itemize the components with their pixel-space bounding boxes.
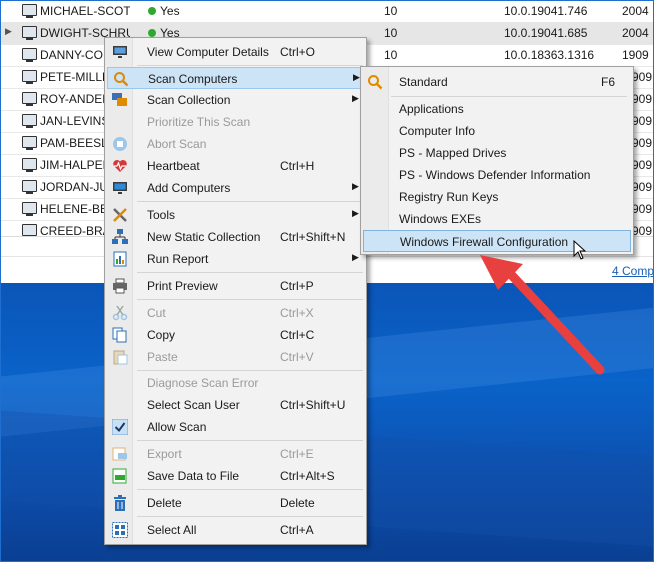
computer-name: MICHAEL-SCOTT bbox=[40, 4, 130, 18]
submenu-item-computer-info[interactable]: Computer Info bbox=[363, 120, 631, 142]
release-id: 909 bbox=[632, 70, 653, 84]
add-computer-icon bbox=[113, 182, 127, 194]
context-menu: View Computer Details Ctrl+O Scan Compute… bbox=[104, 37, 367, 545]
submenu-item-applications[interactable]: Applications bbox=[363, 98, 631, 120]
computer-icon bbox=[22, 136, 37, 150]
printer-icon bbox=[113, 278, 127, 294]
menu-item-scan-collection[interactable]: Scan Collection ▶ bbox=[107, 89, 364, 111]
release-id: 909 bbox=[632, 180, 653, 194]
scan-computers-submenu: Standard F6 Applications Computer Info PS… bbox=[360, 66, 634, 255]
submenu-arrow-icon: ▶ bbox=[352, 208, 359, 218]
release-id: 909 bbox=[632, 158, 653, 172]
os-version: 10 bbox=[384, 4, 398, 18]
menu-item-select-scan-user[interactable]: Select Scan User Ctrl+Shift+U bbox=[107, 394, 364, 416]
menu-item-delete[interactable]: Delete Delete bbox=[107, 492, 364, 514]
menu-item-print-preview[interactable]: Print Preview Ctrl+P bbox=[107, 275, 364, 297]
computer-icon bbox=[22, 70, 37, 84]
online-dot-icon bbox=[148, 29, 156, 37]
heart-icon bbox=[113, 160, 127, 172]
menu-item-select-all[interactable]: Select All Ctrl+A bbox=[107, 519, 364, 541]
computer-icon bbox=[22, 4, 37, 18]
submenu-arrow-icon: ▶ bbox=[353, 72, 360, 82]
scan-collection-icon bbox=[112, 93, 127, 106]
menu-item-allow-scan[interactable]: Allow Scan bbox=[107, 416, 364, 438]
computer-count-link[interactable]: 4 Comp bbox=[612, 264, 654, 278]
online-status: Yes bbox=[148, 4, 180, 18]
menu-item-run-report[interactable]: Run Report ▶ bbox=[107, 248, 364, 270]
menu-item-copy[interactable]: Copy Ctrl+C bbox=[107, 324, 364, 346]
release-id: 909 bbox=[632, 114, 653, 128]
os-version: 10 bbox=[384, 26, 398, 40]
computer-icon bbox=[22, 202, 37, 216]
search-icon bbox=[368, 75, 383, 90]
computer-icon bbox=[22, 114, 37, 128]
paste-icon bbox=[113, 350, 128, 365]
submenu-item-mapped-drives[interactable]: PS - Mapped Drives bbox=[363, 142, 631, 164]
submenu-arrow-icon: ▶ bbox=[352, 181, 359, 191]
online-dot-icon bbox=[148, 7, 156, 15]
menu-item-diagnose-scan-error[interactable]: Diagnose Scan Error bbox=[107, 372, 364, 394]
menu-item-export[interactable]: Export Ctrl+E bbox=[107, 443, 364, 465]
menu-item-save-data-to-file[interactable]: Save Data to File Ctrl+Alt+S bbox=[107, 465, 364, 487]
build-number: 10.0.19041.746 bbox=[504, 4, 588, 18]
monitor-icon bbox=[113, 46, 127, 58]
checkmark-icon bbox=[112, 419, 128, 435]
computer-icon bbox=[22, 48, 37, 62]
submenu-item-windows-exes[interactable]: Windows EXEs bbox=[363, 208, 631, 230]
export-icon bbox=[112, 447, 127, 461]
release-id: 909 bbox=[632, 202, 653, 216]
os-version: 10 bbox=[384, 48, 398, 62]
menu-item-abort-scan[interactable]: Abort Scan bbox=[107, 133, 364, 155]
build-number: 10.0.18363.1316 bbox=[504, 48, 595, 62]
release-id: 909 bbox=[632, 224, 653, 237]
computer-icon bbox=[22, 224, 37, 236]
build-number: 10.0.19041.685 bbox=[504, 26, 588, 40]
tools-icon bbox=[113, 208, 127, 222]
scissors-icon bbox=[112, 305, 128, 321]
release-id: 909 bbox=[632, 92, 653, 106]
menu-item-cut[interactable]: Cut Ctrl+X bbox=[107, 302, 364, 324]
select-all-icon bbox=[112, 522, 128, 538]
release-id: 2004 bbox=[622, 26, 649, 40]
menu-item-tools[interactable]: Tools ▶ bbox=[107, 204, 364, 226]
submenu-item-registry-run-keys[interactable]: Registry Run Keys bbox=[363, 186, 631, 208]
submenu-item-standard[interactable]: Standard F6 bbox=[363, 71, 631, 93]
submenu-arrow-icon: ▶ bbox=[352, 93, 359, 103]
network-icon bbox=[112, 229, 128, 244]
trash-icon bbox=[114, 495, 126, 511]
submenu-item-windows-firewall-configuration[interactable]: Windows Firewall Configuration bbox=[363, 230, 631, 252]
submenu-item-defender-information[interactable]: PS - Windows Defender Information bbox=[363, 164, 631, 186]
menu-item-heartbeat[interactable]: Heartbeat Ctrl+H bbox=[107, 155, 364, 177]
search-icon bbox=[114, 72, 129, 87]
menu-item-prioritize-scan[interactable]: Prioritize This Scan bbox=[107, 111, 364, 133]
menu-item-view-computer-details[interactable]: View Computer Details Ctrl+O bbox=[107, 41, 364, 63]
computer-icon bbox=[22, 26, 37, 40]
table-row[interactable]: MICHAEL-SCOTT Yes 10 10.0.19041.746 2004 bbox=[0, 0, 654, 23]
submenu-arrow-icon: ▶ bbox=[352, 252, 359, 262]
copy-icon bbox=[112, 327, 127, 343]
csv-file-icon bbox=[112, 468, 127, 484]
abort-icon bbox=[113, 137, 127, 151]
report-icon bbox=[113, 251, 127, 267]
menu-item-paste[interactable]: Paste Ctrl+V bbox=[107, 346, 364, 368]
menu-item-new-static-collection[interactable]: New Static Collection Ctrl+Shift+N bbox=[107, 226, 364, 248]
menu-item-add-computers[interactable]: Add Computers ▶ bbox=[107, 177, 364, 199]
menu-item-scan-computers[interactable]: Scan Computers ▶ bbox=[107, 67, 364, 89]
row-pointer-icon: ▶ bbox=[5, 26, 12, 36]
release-id: 2004 bbox=[622, 4, 649, 18]
release-id: 909 bbox=[632, 136, 653, 150]
computer-icon bbox=[22, 180, 37, 194]
release-id: 1909 bbox=[622, 48, 649, 62]
computer-icon bbox=[22, 92, 37, 106]
computer-icon bbox=[22, 158, 37, 172]
